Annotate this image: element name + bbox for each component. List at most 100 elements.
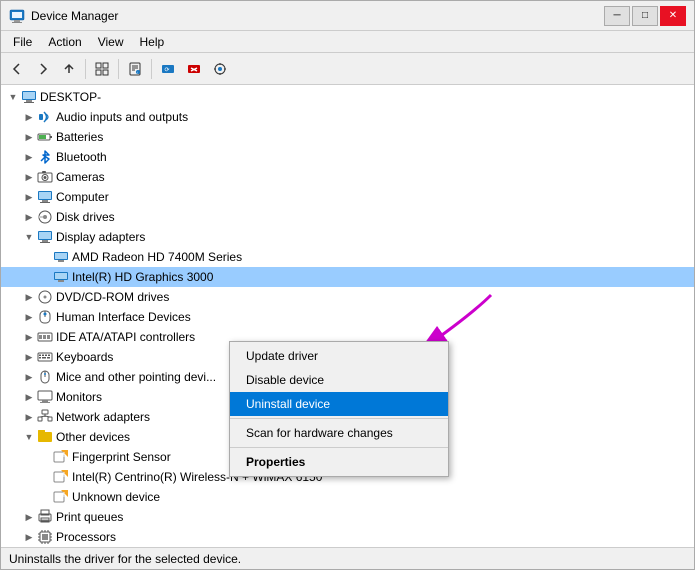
icon-cameras <box>37 169 53 185</box>
label-dvd: DVD/CD-ROM drives <box>56 290 169 304</box>
tree-item-diskdrives[interactable]: ▶ Disk drives <box>1 207 694 227</box>
tree-item-dvd[interactable]: ▶ DVD/CD-ROM drives <box>1 287 694 307</box>
menu-view[interactable]: View <box>90 33 132 51</box>
toolbar-separator-2 <box>118 59 119 79</box>
status-text: Uninstalls the driver for the selected d… <box>9 552 241 566</box>
ctx-separator-2 <box>230 447 448 448</box>
svg-text:!: ! <box>63 473 65 479</box>
icon-keyboard <box>37 349 53 365</box>
label-mice: Mice and other pointing devi... <box>56 370 216 384</box>
tree-item-amd[interactable]: ▶ AMD Radeon HD 7400M Series <box>1 247 694 267</box>
ctx-update-driver[interactable]: Update driver <box>230 344 448 368</box>
minimize-button[interactable]: ─ <box>604 6 630 26</box>
tree-item-cameras[interactable]: ▶ Cameras <box>1 167 694 187</box>
expand-dvd[interactable]: ▶ <box>21 289 37 305</box>
label-displayadapters: Display adapters <box>56 230 145 244</box>
ctx-separator-1 <box>230 418 448 419</box>
label-ide: IDE ATA/ATAPI controllers <box>56 330 195 344</box>
tree-view[interactable]: ▼ DESKTOP- ▶ <box>1 85 694 547</box>
scan-button[interactable] <box>208 57 232 81</box>
expand-other[interactable]: ▼ <box>21 429 37 445</box>
ctx-properties[interactable]: Properties <box>230 450 448 474</box>
title-controls: ─ □ ✕ <box>604 6 686 26</box>
forward-button[interactable] <box>31 57 55 81</box>
close-button[interactable]: ✕ <box>660 6 686 26</box>
icon-audio <box>37 109 53 125</box>
label-other: Other devices <box>56 430 130 444</box>
menu-bar: File Action View Help <box>1 31 694 53</box>
tree-item-hid[interactable]: ▶ Human Interface Devices <box>1 307 694 327</box>
tree-item-desktop[interactable]: ▼ DESKTOP- <box>1 87 694 107</box>
toolbar: i ⟳ <box>1 53 694 85</box>
icon-centrino: ! <box>53 469 69 485</box>
icon-computer2 <box>37 189 53 205</box>
icon-dvd <box>37 289 53 305</box>
expand-keyboards[interactable]: ▶ <box>21 349 37 365</box>
expand-computer[interactable]: ▶ <box>21 189 37 205</box>
label-computer: Computer <box>56 190 109 204</box>
ctx-disable-device[interactable]: Disable device <box>230 368 448 392</box>
title-bar-left: Device Manager <box>9 8 118 24</box>
label-batteries: Batteries <box>56 130 103 144</box>
label-audio: Audio inputs and outputs <box>56 110 188 124</box>
tree-item-intel-hd[interactable]: ▶ Intel(R) HD Graphics 3000 <box>1 267 694 287</box>
expand-monitors[interactable]: ▶ <box>21 389 37 405</box>
ctx-scan-hardware[interactable]: Scan for hardware changes <box>230 421 448 445</box>
expand-batteries[interactable]: ▶ <box>21 129 37 145</box>
expand-bluetooth[interactable]: ▶ <box>21 149 37 165</box>
label-diskdrives: Disk drives <box>56 210 115 224</box>
update-driver-button[interactable]: ⟳ <box>156 57 180 81</box>
tree-item-audio[interactable]: ▶ Audio inputs and outputs <box>1 107 694 127</box>
label-hid: Human Interface Devices <box>56 310 191 324</box>
expand-processors[interactable]: ▶ <box>21 529 37 545</box>
properties-button[interactable]: i <box>123 57 147 81</box>
window-title: Device Manager <box>31 9 118 23</box>
expand-diskdrives[interactable]: ▶ <box>21 209 37 225</box>
expand-printqueues[interactable]: ▶ <box>21 509 37 525</box>
ctx-uninstall-device[interactable]: Uninstall device <box>230 392 448 416</box>
menu-help[interactable]: Help <box>132 33 173 51</box>
expand-cameras[interactable]: ▶ <box>21 169 37 185</box>
expand-audio[interactable]: ▶ <box>21 109 37 125</box>
icon-unknown: ! <box>53 489 69 505</box>
icon-computer <box>21 89 37 105</box>
expand-displayadapters[interactable]: ▼ <box>21 229 37 245</box>
tree-item-displayadapters[interactable]: ▼ Display adapters <box>1 227 694 247</box>
expand-network[interactable]: ▶ <box>21 409 37 425</box>
menu-file[interactable]: File <box>5 33 40 51</box>
tree-item-unknown[interactable]: ▶ ! Unknown device <box>1 487 694 507</box>
icon-other <box>37 429 53 445</box>
maximize-button[interactable]: □ <box>632 6 658 26</box>
svg-text:!: ! <box>63 493 65 499</box>
expand-mice[interactable]: ▶ <box>21 369 37 385</box>
menu-action[interactable]: Action <box>40 33 89 51</box>
expand-hid[interactable]: ▶ <box>21 309 37 325</box>
label-keyboards: Keyboards <box>56 350 113 364</box>
uninstall-button[interactable] <box>182 57 206 81</box>
title-bar: Device Manager ─ □ ✕ <box>1 1 694 31</box>
back-button[interactable] <box>5 57 29 81</box>
tree-item-batteries[interactable]: ▶ Batteries <box>1 127 694 147</box>
icon-fingerprint: ! <box>53 449 69 465</box>
context-menu: Update driver Disable device Uninstall d… <box>229 341 449 477</box>
tree-item-printqueues[interactable]: ▶ Print queues <box>1 507 694 527</box>
tree-item-bluetooth[interactable]: ▶ Bluetooth <box>1 147 694 167</box>
label-network: Network adapters <box>56 410 150 424</box>
icon-monitors <box>37 389 53 405</box>
icon-batteries <box>37 129 53 145</box>
svg-text:⟳: ⟳ <box>165 67 170 73</box>
tree-item-computer[interactable]: ▶ Computer <box>1 187 694 207</box>
label-amd: AMD Radeon HD 7400M Series <box>72 250 242 264</box>
expand-desktop[interactable]: ▼ <box>5 89 21 105</box>
toolbar-separator-3 <box>151 59 152 79</box>
label-processors: Processors <box>56 530 116 544</box>
tree-item-processors[interactable]: ▶ <box>1 527 694 547</box>
up-button[interactable] <box>57 57 81 81</box>
toolbar-separator-1 <box>85 59 86 79</box>
expand-ide[interactable]: ▶ <box>21 329 37 345</box>
svg-text:!: ! <box>63 453 65 459</box>
status-bar: Uninstalls the driver for the selected d… <box>1 547 694 569</box>
show-hidden-button[interactable] <box>90 57 114 81</box>
label-cameras: Cameras <box>56 170 105 184</box>
icon-hid <box>37 309 53 325</box>
